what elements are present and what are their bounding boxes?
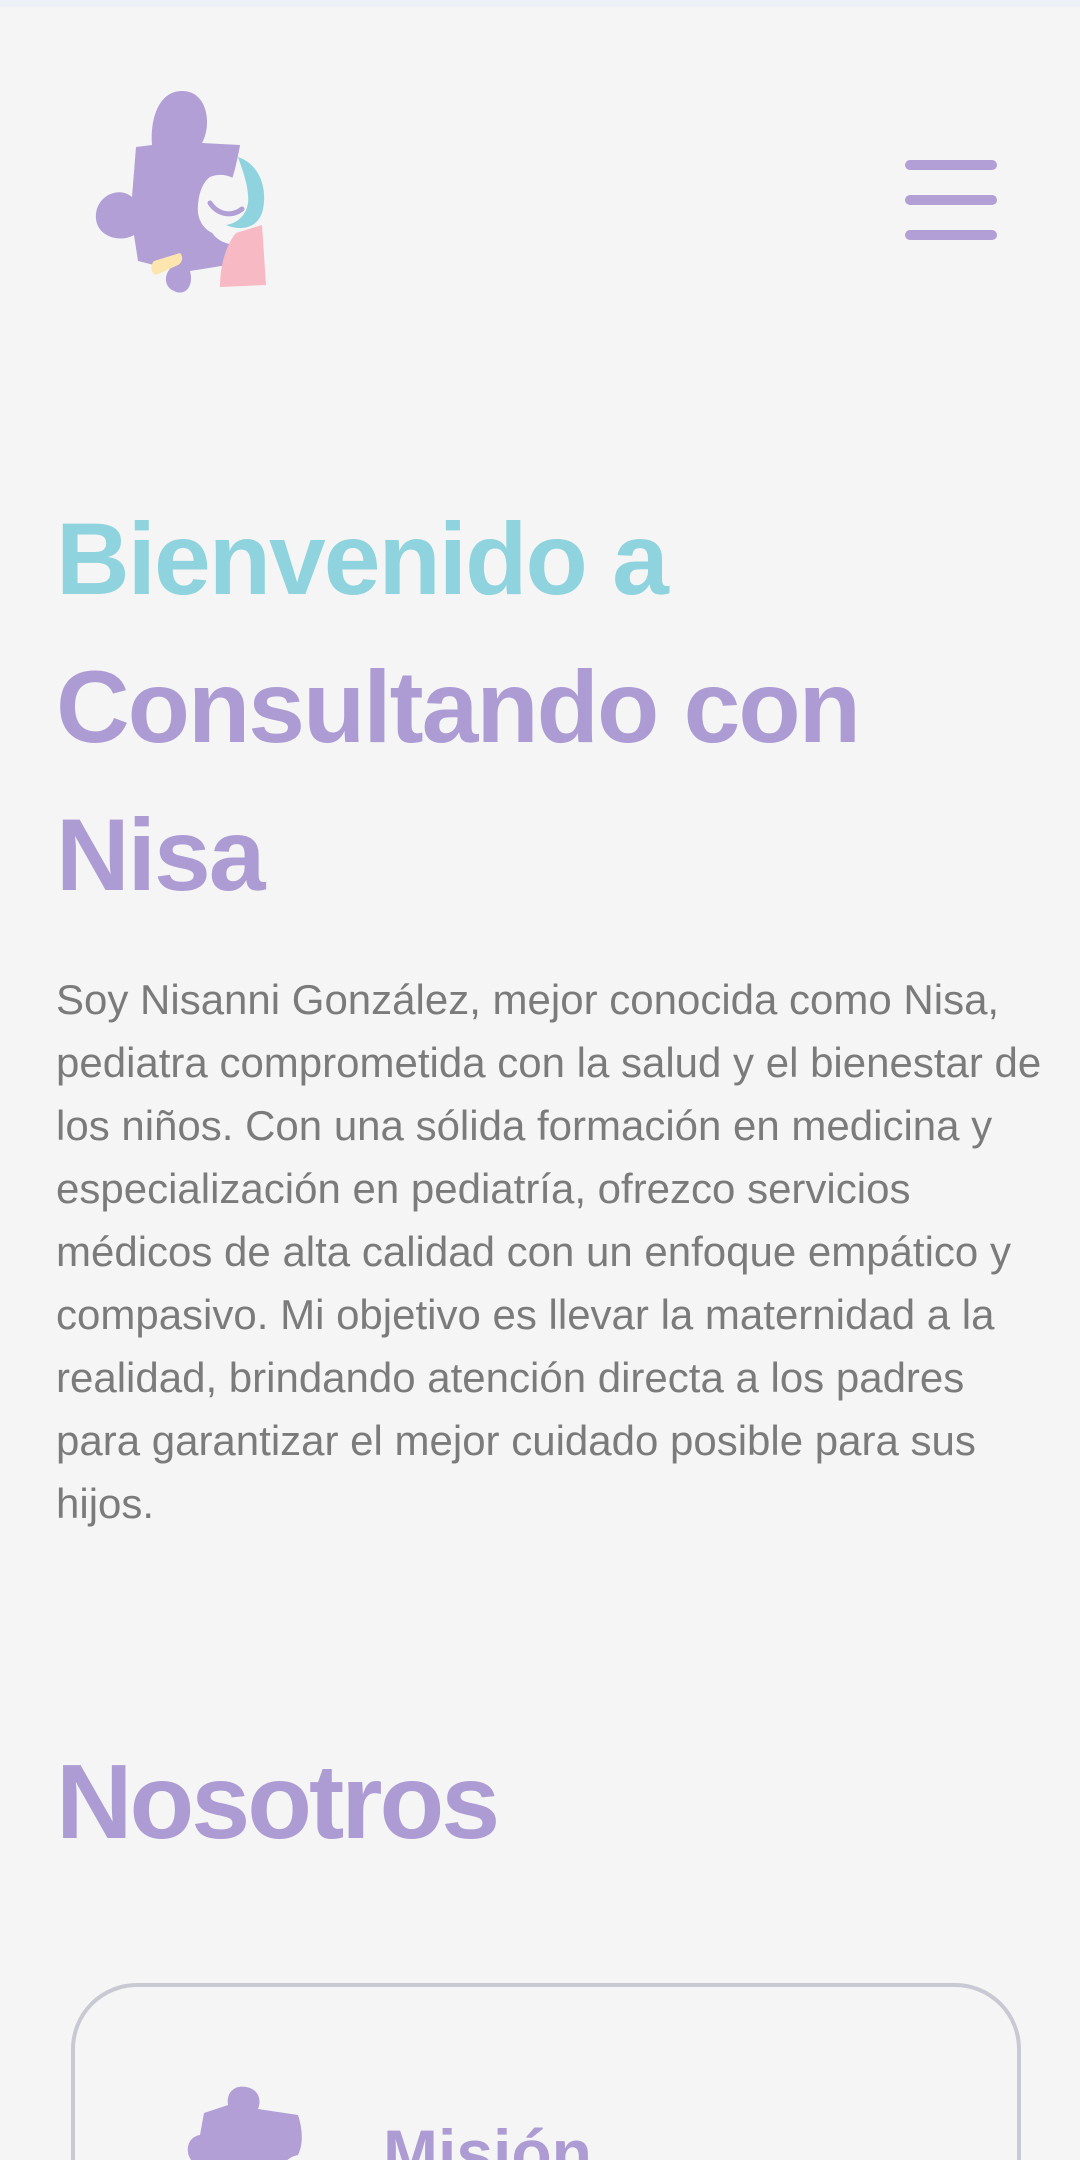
menu-button[interactable] (905, 160, 997, 240)
hamburger-menu-icon (905, 160, 997, 170)
puzzle-mother-baby-logo (95, 91, 266, 293)
mission-card-title: Misión (383, 2116, 592, 2160)
about-section-title: Nosotros (56, 1743, 500, 1861)
hamburger-menu-icon-bar-2 (905, 195, 997, 205)
hamburger-menu-icon-bar-3 (905, 230, 997, 240)
puzzle-icon (187, 2086, 302, 2160)
intro-paragraph: Soy Nisanni González, mejor conocida com… (56, 976, 1042, 1527)
hero-title: Bienvenido a Consultando con Nisa (56, 485, 1036, 929)
hero-title-rest: Consultando con Nisa (56, 650, 861, 912)
page: Bienvenido a Consultando con Nisa Soy Ni… (0, 0, 1080, 2160)
mission-card: Misión (71, 1983, 1021, 2160)
site-logo[interactable] (90, 85, 280, 295)
hero-title-accent: Bienvenido a (56, 502, 669, 616)
